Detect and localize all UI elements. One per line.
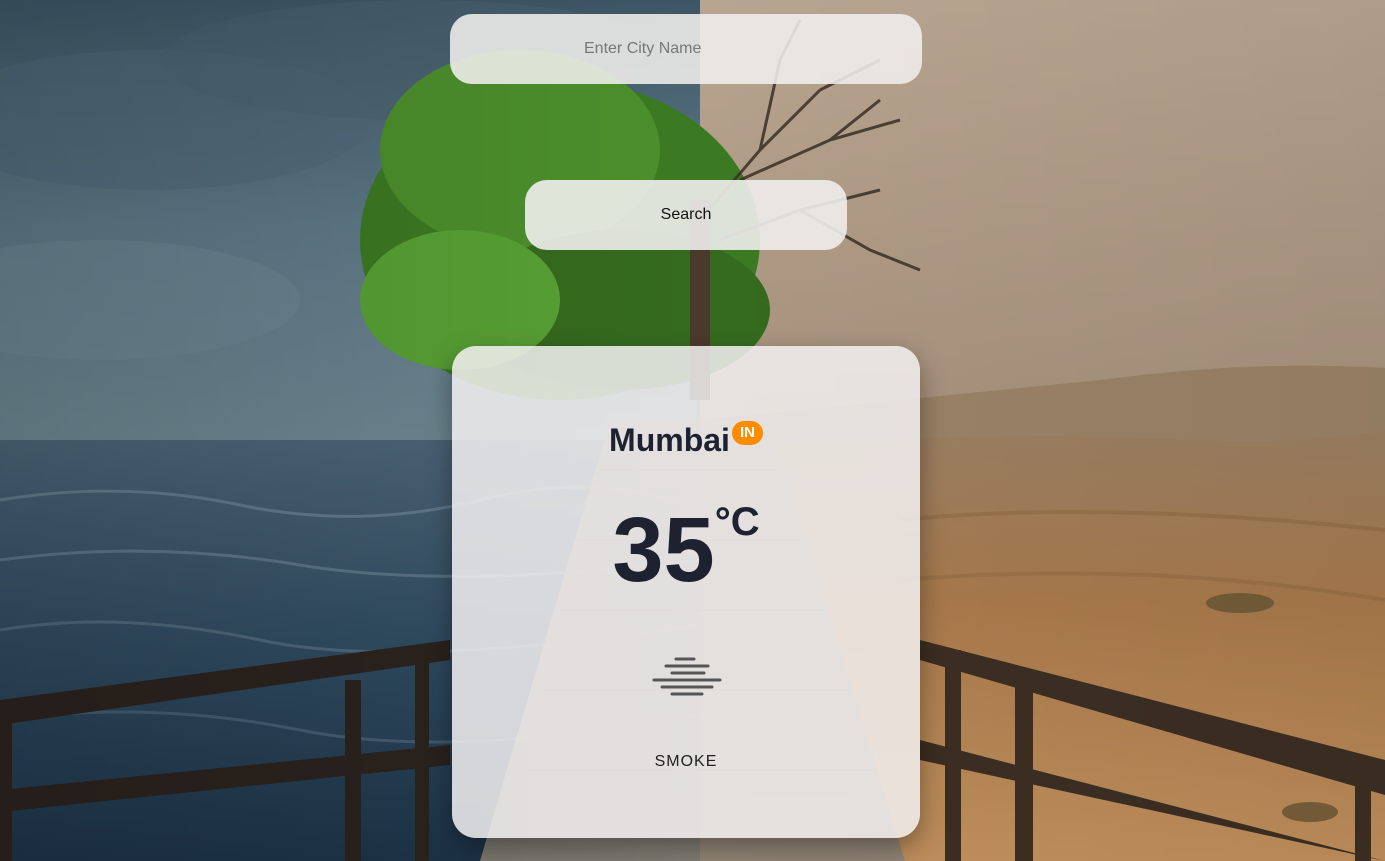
temperature-unit: °C <box>714 500 760 544</box>
city-name: Mumbai <box>609 422 730 458</box>
temperature-row: 35°C <box>452 500 920 596</box>
smoke-icon <box>652 656 722 700</box>
temperature-value: 35 <box>612 499 715 601</box>
country-badge: IN <box>731 421 763 445</box>
search-button[interactable]: Search <box>525 180 847 250</box>
city-search-input[interactable] <box>450 14 922 84</box>
location-row: Mumbai IN <box>452 421 920 459</box>
weather-card: Mumbai IN 35°C SMOKE <box>452 346 920 838</box>
weather-condition: SMOKE <box>654 753 718 770</box>
